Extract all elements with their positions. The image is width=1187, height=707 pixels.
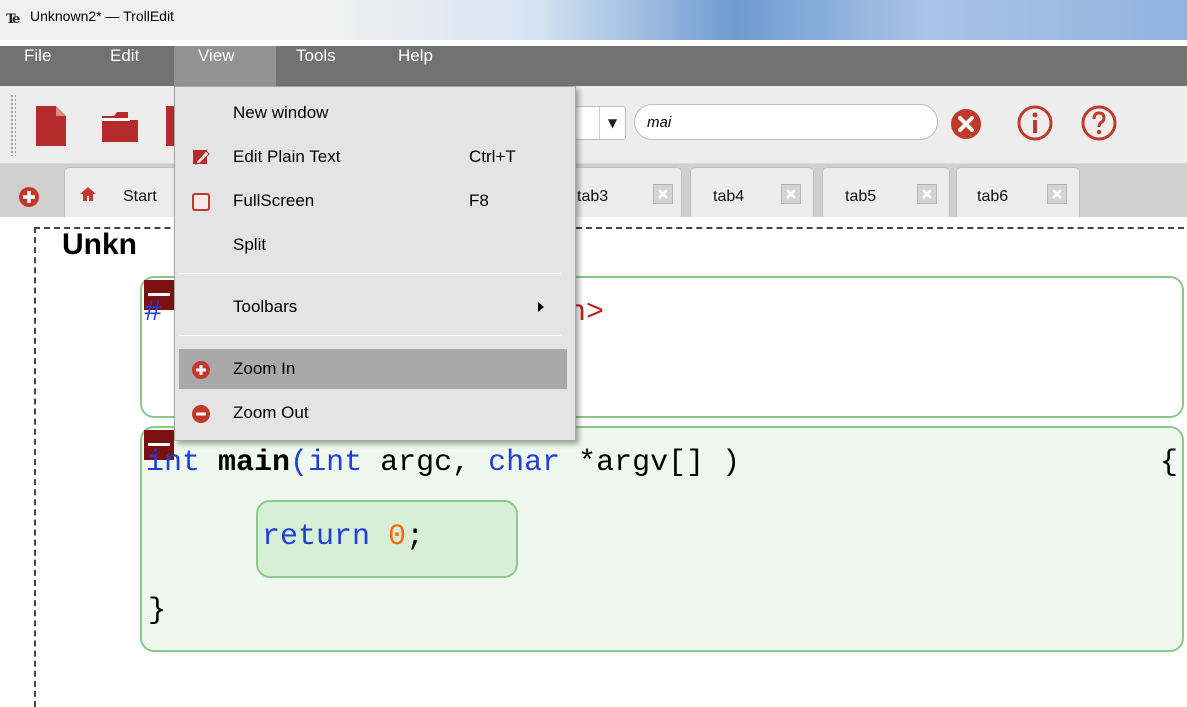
menu-edit-label: Edit xyxy=(110,46,140,65)
menu-item-fullscreen[interactable]: FullScreen F8 xyxy=(179,181,567,221)
edit-pencil-icon xyxy=(193,150,210,165)
kw-return: return xyxy=(262,520,371,554)
menu-help[interactable]: Help xyxy=(392,46,439,86)
window-title: Unknown2* — TrollEdit xyxy=(30,8,174,24)
kw-int-arg: int xyxy=(308,446,363,480)
return-value: 0 xyxy=(388,520,407,554)
fn-main: main xyxy=(218,446,291,480)
search-input[interactable] xyxy=(634,104,938,140)
kw-int: int xyxy=(146,446,201,480)
tab-tab4[interactable]: tab4 xyxy=(690,167,814,217)
menu-item-edit-plain-text[interactable]: Edit Plain Text Ctrl+T xyxy=(179,137,567,177)
semicolon: ; xyxy=(406,520,425,554)
tab-tab5[interactable]: tab5 xyxy=(822,167,950,217)
menu-item-fullscreen-label: FullScreen xyxy=(233,191,315,210)
kw-char: char xyxy=(488,446,561,480)
add-tab-icon[interactable] xyxy=(18,186,40,208)
menu-edit[interactable]: Edit xyxy=(104,46,145,86)
menu-item-toolbars[interactable]: Toolbars xyxy=(179,287,567,327)
toolbar-grip[interactable] xyxy=(10,94,16,156)
checkbox-icon xyxy=(192,193,210,211)
new-file-icon[interactable] xyxy=(34,106,68,146)
tab-tab4-label: tab4 xyxy=(713,188,745,205)
menu-help-label: Help xyxy=(398,46,433,65)
title-bar: Te Unknown2* — TrollEdit xyxy=(0,0,1187,40)
menu-separator xyxy=(179,273,561,274)
tab-start-label: Start xyxy=(123,188,157,205)
help-icon[interactable] xyxy=(1080,104,1118,142)
home-icon xyxy=(80,187,96,201)
menu-file-label: File xyxy=(24,46,52,65)
menu-tools-label: Tools xyxy=(296,46,336,65)
menu-item-edit-plain-text-label: Edit Plain Text xyxy=(233,147,341,166)
arg-argv: *argv[] ) xyxy=(560,446,741,480)
return-statement: return 0; xyxy=(262,520,424,554)
tab-tab6-label: tab6 xyxy=(977,188,1009,205)
close-icon[interactable] xyxy=(781,184,801,204)
chevron-down-icon[interactable]: ▼ xyxy=(599,107,625,139)
open-folder-icon[interactable] xyxy=(100,110,140,142)
menu-item-edit-plain-text-shortcut: Ctrl+T xyxy=(469,147,516,166)
menu-item-split-label: Split xyxy=(233,235,267,254)
close-icon[interactable] xyxy=(1047,184,1067,204)
menu-view[interactable]: View xyxy=(174,46,276,86)
tab-tab3-label: tab3 xyxy=(577,188,609,205)
arg-argc: argc, xyxy=(362,446,489,480)
paren-open: ( xyxy=(290,446,309,480)
close-icon[interactable] xyxy=(653,184,673,204)
menu-item-zoom-out[interactable]: Zoom Out xyxy=(179,393,567,433)
document-title: Unkn xyxy=(62,228,137,261)
menu-file[interactable]: File xyxy=(18,46,57,86)
menu-view-label: View xyxy=(198,46,235,65)
close-icon[interactable] xyxy=(917,184,937,204)
menu-item-split[interactable]: Split xyxy=(179,225,567,265)
zoom-out-icon xyxy=(192,405,210,423)
menu-item-new-window-label: New window xyxy=(233,103,329,122)
menu-item-new-window[interactable]: New window xyxy=(179,93,567,133)
app-logo-icon: Te xyxy=(6,12,20,27)
brace-open: { xyxy=(1160,446,1179,480)
menu-separator xyxy=(179,335,561,336)
tab-tab3[interactable]: tab3 xyxy=(560,167,682,217)
menu-item-zoom-out-label: Zoom Out xyxy=(233,403,309,422)
info-icon[interactable] xyxy=(1016,104,1054,142)
tab-tab5-label: tab5 xyxy=(845,188,877,205)
view-menu-dropdown: New window Edit Plain Text Ctrl+T FullSc… xyxy=(174,86,576,441)
tab-start[interactable]: Start xyxy=(64,167,184,217)
tab-tab6[interactable]: tab6 xyxy=(956,167,1080,217)
menu-tools[interactable]: Tools xyxy=(290,46,342,86)
zoom-in-icon xyxy=(192,361,210,379)
main-signature: int main(int argc, char *argv[] ) xyxy=(146,446,740,480)
menu-item-zoom-in[interactable]: Zoom In xyxy=(179,349,567,389)
menu-item-toolbars-label: Toolbars xyxy=(233,297,298,316)
menu-item-fullscreen-shortcut: F8 xyxy=(469,191,489,210)
submenu-arrow-icon xyxy=(538,302,544,312)
menu-bar: File Edit View Tools Help xyxy=(0,46,1187,86)
brace-close: } xyxy=(148,594,167,628)
include-hash: # xyxy=(144,296,163,330)
clear-search-icon[interactable] xyxy=(950,108,982,140)
menu-item-zoom-in-label: Zoom In xyxy=(233,359,296,378)
